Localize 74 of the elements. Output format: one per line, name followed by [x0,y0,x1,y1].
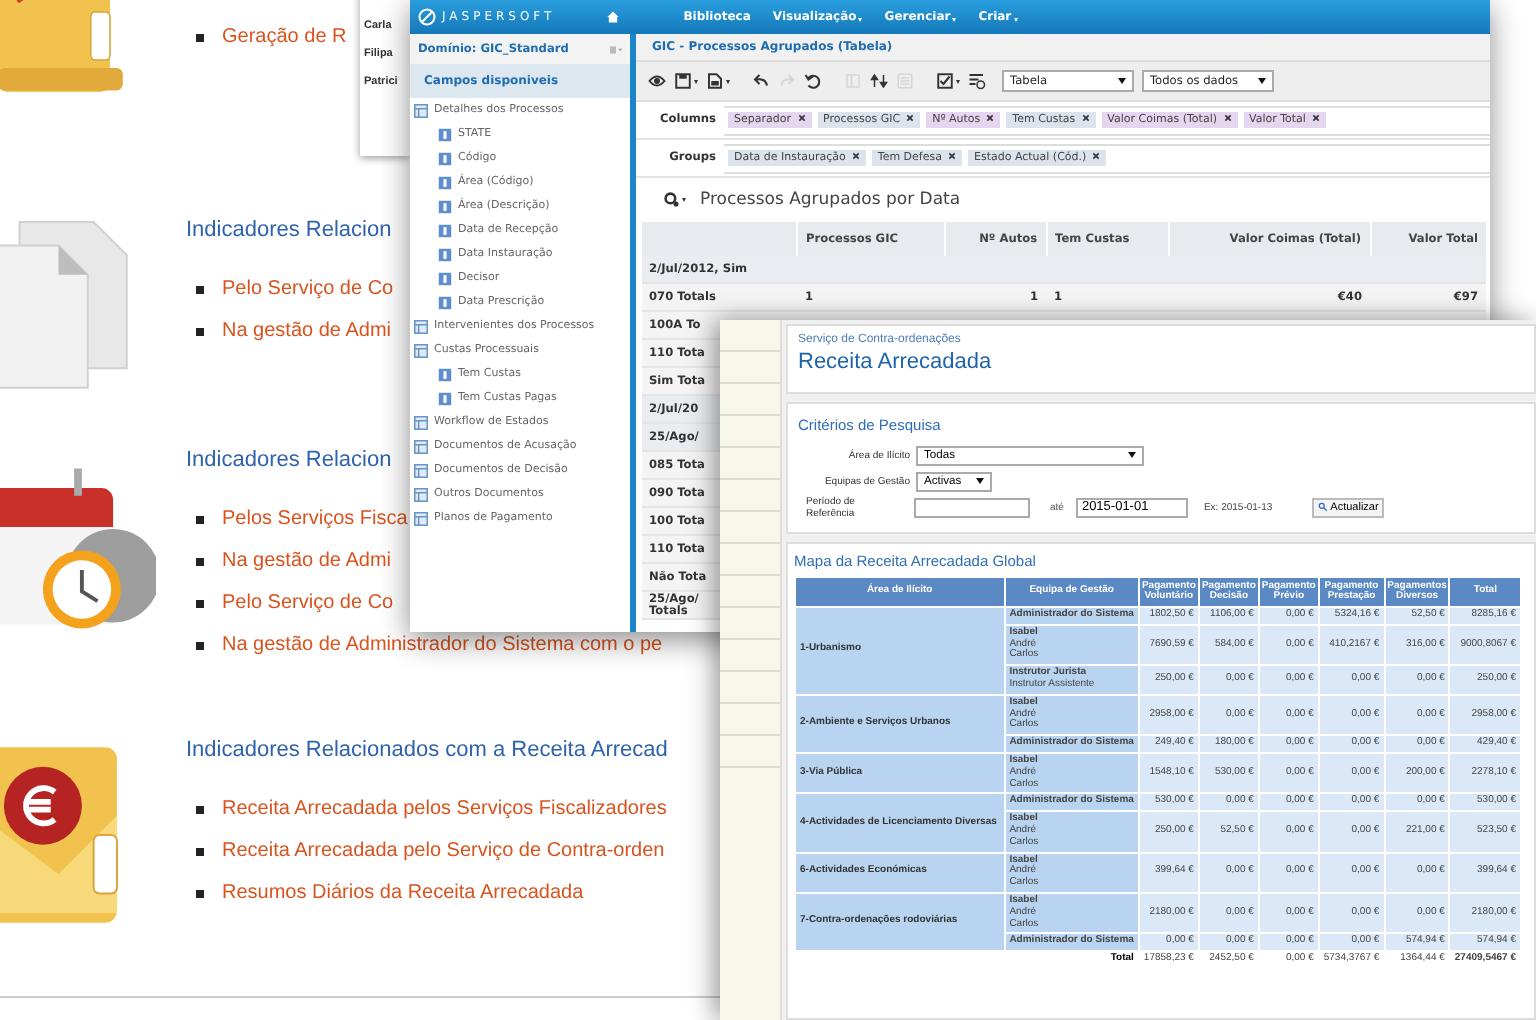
caret-icon [1258,78,1266,84]
report-link[interactable]: Pelo Serviço de Co [222,278,394,300]
caret-icon [976,478,984,484]
table-title: Processos Agrupados por Data [700,190,961,210]
undo-icon [752,72,770,90]
table-icon [414,343,428,357]
document-icon [706,72,724,90]
caret-icon [952,18,957,22]
table-icon [414,415,428,429]
section-heading: Indicadores Relacion [186,216,392,246]
bullet-icon [196,847,204,855]
bullet-icon [196,327,204,335]
remove-icon[interactable] [986,114,995,123]
table-icon [414,487,428,501]
bullet-icon [196,285,204,293]
caret-icon [726,79,730,83]
checklist-icon [936,72,954,90]
logo-icon [418,8,436,26]
report-link[interactable]: Na gestão de Admi [222,550,391,572]
remove-icon[interactable] [797,114,805,123]
table-icon [414,511,428,525]
caret-icon [858,18,863,22]
bullet-icon [196,805,204,813]
bullet-icon [196,515,204,523]
home-icon[interactable] [605,10,620,24]
bullet-icon [196,599,204,607]
toolbar-button[interactable] [702,68,734,94]
caret-icon [694,79,698,83]
date-field[interactable] [914,497,1030,517]
bullet-icon [196,889,204,897]
options-button[interactable] [660,192,690,208]
sort-icon [870,72,888,90]
section-heading: Indicadores Relacion [186,446,392,476]
remove-icon[interactable] [1311,114,1320,123]
bullet-icon [196,641,204,649]
caret-icon [1128,452,1136,458]
report-link[interactable]: Pelo Serviço de Co [222,592,394,614]
caret-icon [1013,18,1018,22]
sheet-icon [896,72,914,90]
report-link[interactable]: Geração de R [222,26,347,48]
table-icon [414,439,428,453]
remove-icon[interactable] [851,152,860,161]
report-link[interactable]: Resumos Diários da Receita Arrecadada [222,882,584,904]
search-icon [1318,502,1329,512]
toolbar-button[interactable] [670,68,702,94]
redo-icon [778,72,796,90]
remove-icon[interactable] [1092,152,1101,161]
page-title: Receita Arrecadada [798,350,994,374]
table-icon [414,463,428,477]
bullet-icon [196,33,204,41]
table-icon [414,103,428,117]
report-link[interactable]: Na gestão de Administrador do Sistema com o pe [222,634,663,656]
toolbar-button[interactable] [866,68,892,94]
toolbar-button[interactable] [964,68,990,94]
report-link[interactable]: Receita Arrecadada pelos Serviços Fiscalizadores [222,798,667,820]
caret-icon [956,79,960,83]
remove-icon[interactable] [1081,114,1090,123]
report-link[interactable]: Pelos Serviços Fisca [222,508,408,530]
remove-icon[interactable] [906,114,915,123]
save-icon [674,72,692,90]
reset-icon [804,72,822,90]
report-link[interactable]: Na gestão de Admi [222,320,391,342]
toolbar-button[interactable] [932,68,964,94]
pivot-icon [844,72,862,90]
section-heading: Indicadores Relacionados com a Receita Arrecad [186,736,668,766]
filter-icon [968,72,986,90]
bullet-icon [196,557,204,565]
remove-icon[interactable] [947,152,956,161]
table-icon [414,319,428,333]
caret-icon [1118,78,1126,84]
report-link[interactable]: Receita Arrecadada pelo Serviço de Contra-orden [222,840,665,862]
eye-icon [648,72,666,90]
caret-icon [682,198,686,202]
remove-icon[interactable] [1223,114,1231,123]
